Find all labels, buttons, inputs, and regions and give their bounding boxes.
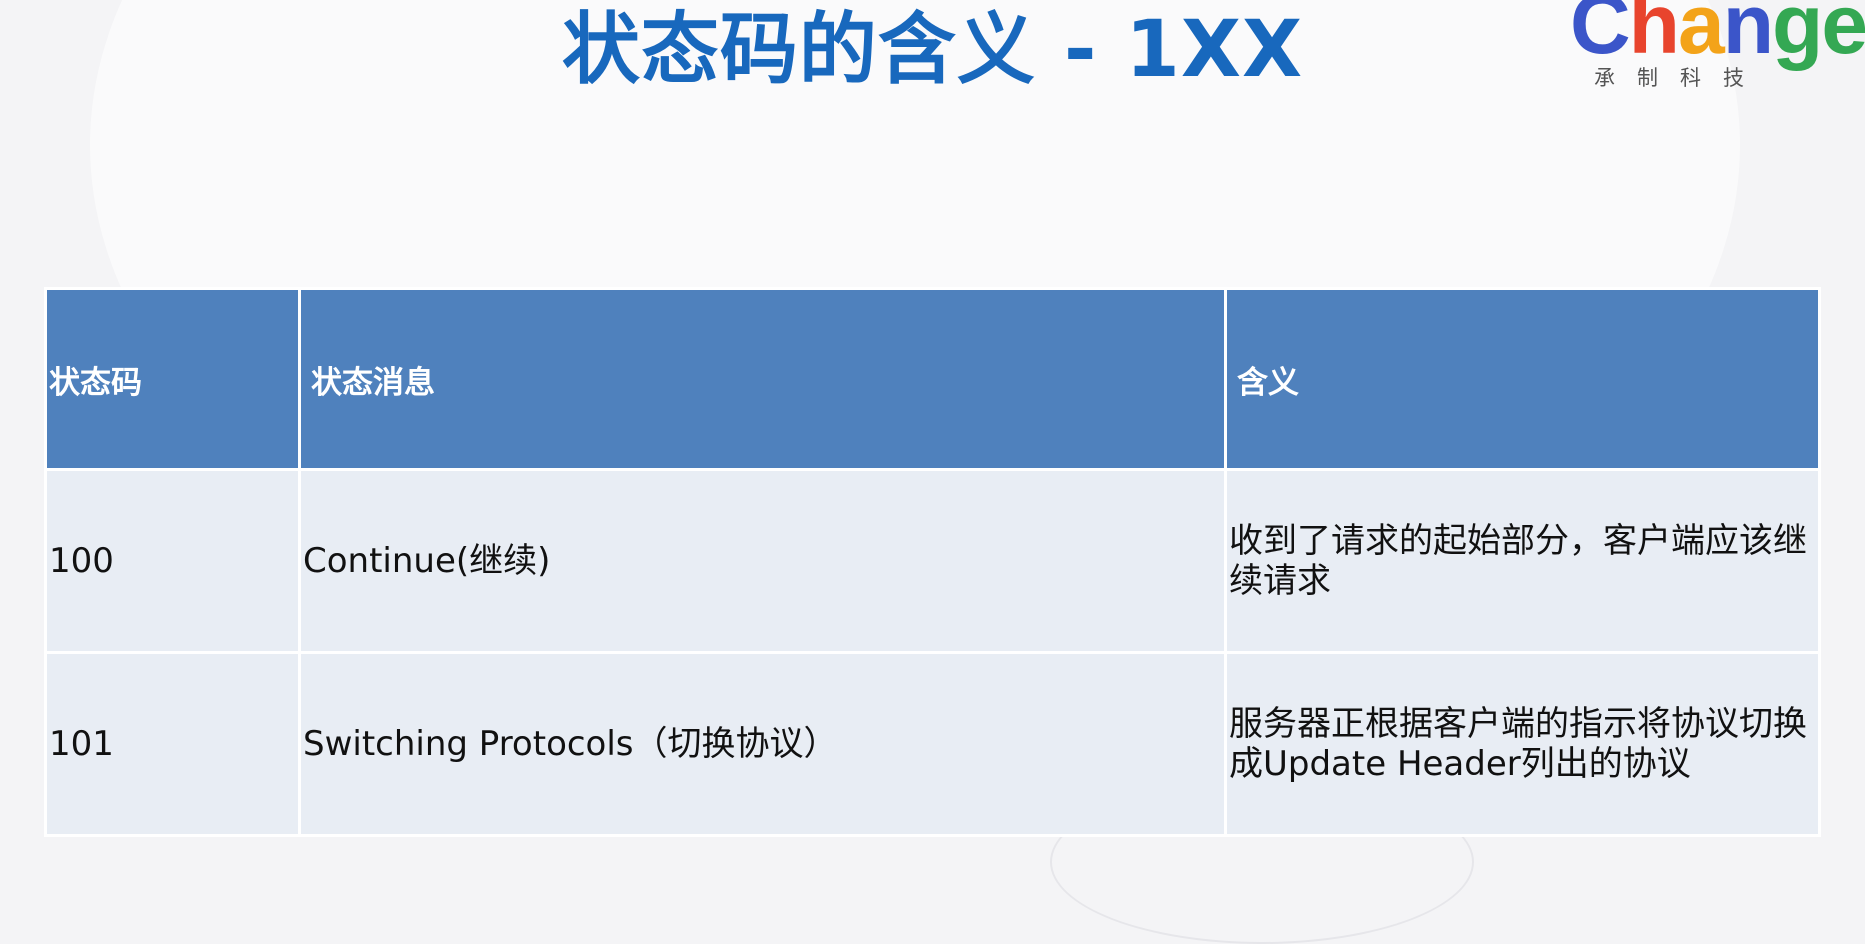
logo-letter: a	[1677, 0, 1725, 71]
cell-meaning: 服务器正根据客户端的指示将协议切换成Update Header列出的协议	[1224, 651, 1821, 837]
table-header-row: 状态码 状态消息 含义	[44, 287, 1821, 471]
cell-status-code: 100	[44, 468, 301, 654]
status-code-table: 状态码 状态消息 含义 100 Continue(继续) 收到了请求的起始部分，…	[44, 287, 1821, 837]
logo-wordmark: Change	[1570, 0, 1865, 66]
logo-subtitle: 承制科技	[1594, 66, 1766, 90]
cell-status-message: Switching Protocols（切换协议）	[298, 651, 1227, 837]
logo-letter: e	[1821, 0, 1865, 71]
header-status-message: 状态消息	[298, 287, 1227, 471]
logo-letter: g	[1772, 0, 1823, 71]
cell-meaning: 收到了请求的起始部分，客户端应该继续请求	[1224, 468, 1821, 654]
company-logo: Change 承制科技	[1560, 0, 1865, 102]
logo-letter: h	[1628, 0, 1680, 71]
cell-status-code: 101	[44, 651, 301, 837]
table-row: 100 Continue(继续) 收到了请求的起始部分，客户端应该继续请求	[44, 468, 1821, 654]
logo-letter: n	[1722, 0, 1774, 71]
table-row: 101 Switching Protocols（切换协议） 服务器正根据客户端的…	[44, 651, 1821, 837]
header-status-code: 状态码	[44, 287, 301, 471]
logo-letter: C	[1570, 0, 1631, 71]
cell-status-message: Continue(继续)	[298, 468, 1227, 654]
header-meaning: 含义	[1224, 287, 1821, 471]
